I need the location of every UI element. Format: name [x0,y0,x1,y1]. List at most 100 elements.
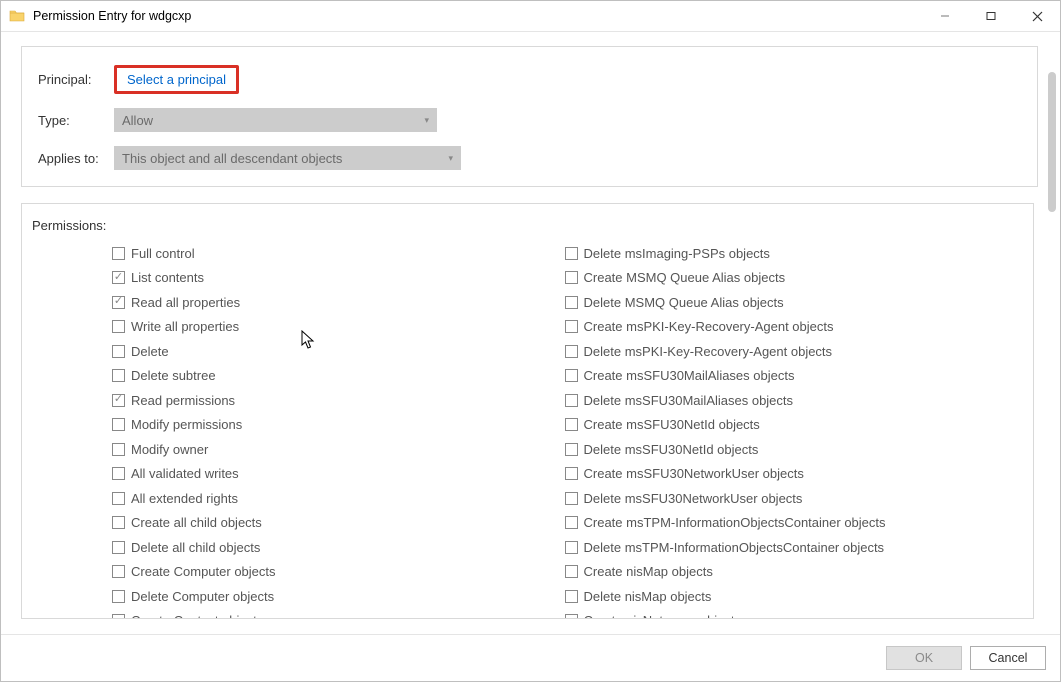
permission-item: Delete msImaging-PSPs objects [565,241,1018,266]
permission-item: Create nisNetgroup objects [565,609,1018,620]
permission-checkbox[interactable] [112,516,125,529]
dialog-footer: OK Cancel [1,634,1060,681]
permission-checkbox[interactable] [112,369,125,382]
permission-checkbox[interactable] [112,590,125,603]
select-principal-link[interactable]: Select a principal [114,65,239,94]
permission-item: Delete all child objects [112,535,565,560]
type-dropdown-value: Allow [122,113,153,128]
permission-item: Delete msSFU30NetId objects [565,437,1018,462]
permission-item: Create MSMQ Queue Alias objects [565,266,1018,291]
type-label: Type: [38,113,114,128]
permission-checkbox[interactable] [112,345,125,358]
permission-item: Delete msPKI-Key-Recovery-Agent objects [565,339,1018,364]
permission-entry-window: Permission Entry for wdgcxp Principal: S… [0,0,1061,682]
permission-item: Create msSFU30MailAliases objects [565,364,1018,389]
permission-checkbox[interactable] [565,614,578,619]
permission-checkbox[interactable] [112,418,125,431]
permission-checkbox[interactable] [112,394,125,407]
permission-checkbox[interactable] [112,247,125,260]
permission-checkbox[interactable] [112,565,125,578]
permission-label: Delete Computer objects [131,589,274,604]
type-dropdown[interactable]: Allow ▾ [114,108,437,132]
permission-checkbox[interactable] [565,590,578,603]
permission-label: Delete msPKI-Key-Recovery-Agent objects [584,344,833,359]
permission-item: Delete msSFU30NetworkUser objects [565,486,1018,511]
permission-item: Read all properties [112,290,565,315]
permission-item: Delete Computer objects [112,584,565,609]
permission-checkbox[interactable] [565,443,578,456]
permission-checkbox[interactable] [112,541,125,554]
cancel-button[interactable]: Cancel [970,646,1046,670]
permission-item: Delete [112,339,565,364]
applies-to-dropdown-value: This object and all descendant objects [122,151,342,166]
permission-item: Delete nisMap objects [565,584,1018,609]
permission-checkbox[interactable] [565,565,578,578]
permission-item: Read permissions [112,388,565,413]
permission-label: Create all child objects [131,515,262,530]
permission-label: Full control [131,246,195,261]
principal-label: Principal: [38,72,114,87]
permission-checkbox[interactable] [565,247,578,260]
permission-label: Delete msSFU30MailAliases objects [584,393,794,408]
permission-label: Delete all child objects [131,540,260,555]
permission-checkbox[interactable] [112,320,125,333]
permission-checkbox[interactable] [565,516,578,529]
permission-item: Modify owner [112,437,565,462]
permission-label: Modify owner [131,442,208,457]
permission-item: Delete msSFU30MailAliases objects [565,388,1018,413]
permission-item: Create all child objects [112,511,565,536]
titlebar: Permission Entry for wdgcxp [1,1,1060,32]
permission-checkbox[interactable] [112,296,125,309]
applies-to-label: Applies to: [38,151,114,166]
permission-checkbox[interactable] [565,418,578,431]
permission-item: Full control [112,241,565,266]
permission-checkbox[interactable] [565,271,578,284]
permission-checkbox[interactable] [565,492,578,505]
permission-label: Read permissions [131,393,235,408]
permission-checkbox[interactable] [565,320,578,333]
permission-checkbox[interactable] [565,394,578,407]
ok-button[interactable]: OK [886,646,962,670]
close-button[interactable] [1014,1,1060,31]
permission-label: Create msSFU30NetworkUser objects [584,466,804,481]
chevron-down-icon: ▾ [448,153,453,164]
permission-checkbox[interactable] [112,271,125,284]
minimize-button[interactable] [922,1,968,31]
permission-label: List contents [131,270,204,285]
permission-checkbox[interactable] [565,296,578,309]
dialog-content: Principal: Select a principal Type: Allo… [1,32,1060,634]
permission-label: Create msSFU30NetId objects [584,417,760,432]
permission-item: Delete subtree [112,364,565,389]
permission-checkbox[interactable] [565,345,578,358]
permission-label: Delete msSFU30NetId objects [584,442,759,457]
permission-item: Write all properties [112,315,565,340]
permission-item: List contents [112,266,565,291]
permission-checkbox[interactable] [112,467,125,480]
permission-label: Create msTPM-InformationObjectsContainer… [584,515,886,530]
permission-label: Create msSFU30MailAliases objects [584,368,795,383]
permission-item: Create msTPM-InformationObjectsContainer… [565,511,1018,536]
permission-item: Create msPKI-Key-Recovery-Agent objects [565,315,1018,340]
permission-checkbox[interactable] [112,614,125,619]
applies-to-dropdown[interactable]: This object and all descendant objects ▾ [114,146,461,170]
permission-checkbox[interactable] [565,369,578,382]
permission-checkbox[interactable] [112,443,125,456]
permission-item: All validated writes [112,462,565,487]
permission-item: Delete MSMQ Queue Alias objects [565,290,1018,315]
permission-label: Create msPKI-Key-Recovery-Agent objects [584,319,834,334]
permission-checkbox[interactable] [565,467,578,480]
permissions-column-right: Delete msImaging-PSPs objectsCreate MSMQ… [565,241,1018,619]
permission-checkbox[interactable] [565,541,578,554]
folder-icon [9,8,25,24]
permission-checkbox[interactable] [112,492,125,505]
permission-label: All extended rights [131,491,238,506]
permissions-panel: Permissions: Full controlList contentsRe… [21,203,1034,619]
permission-label: Create nisNetgroup objects [584,613,742,619]
permission-label: Delete nisMap objects [584,589,712,604]
scrollbar-thumb[interactable] [1048,72,1056,212]
permission-item: Delete msTPM-InformationObjectsContainer… [565,535,1018,560]
permission-item: Modify permissions [112,413,565,438]
permission-item: All extended rights [112,486,565,511]
maximize-button[interactable] [968,1,1014,31]
permission-item: Create msSFU30NetworkUser objects [565,462,1018,487]
